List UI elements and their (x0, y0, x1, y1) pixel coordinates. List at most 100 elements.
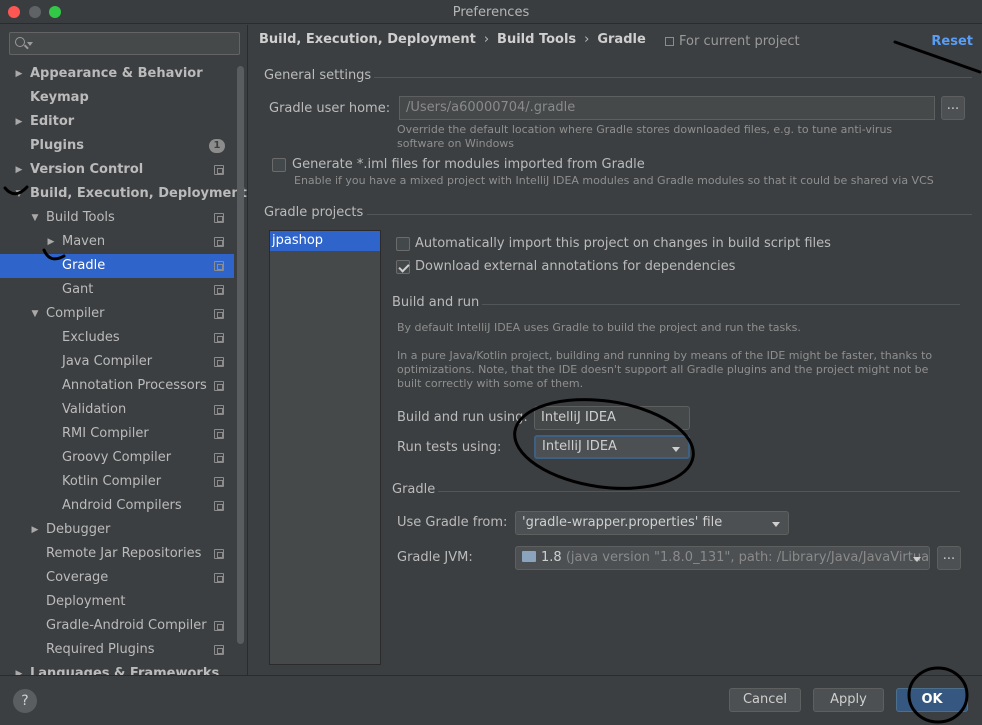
cancel-button[interactable]: Cancel (729, 688, 801, 712)
expanded-arrow-icon[interactable]: ▼ (13, 182, 25, 206)
collapsed-arrow-icon[interactable]: ▶ (13, 62, 25, 86)
chevron-down-icon (772, 522, 780, 527)
project-scope-icon (214, 405, 224, 415)
chevron-down-icon (672, 447, 680, 452)
project-scope-icon (214, 453, 224, 463)
download-annotations-checkbox[interactable] (396, 260, 410, 274)
browse-jvm-button[interactable]: ... (937, 546, 961, 570)
sidebar-item-compiler[interactable]: ▼ Compiler (0, 302, 234, 326)
sidebar-item-maven[interactable]: ▶ Maven (0, 230, 234, 254)
gradle-jvm-select[interactable]: 1.8 (java version "1.8.0_131", path: /Li… (515, 546, 930, 570)
use-gradle-from-select[interactable]: 'gradle-wrapper.properties' file (515, 511, 789, 535)
gradle-projects-list[interactable]: jpashop (269, 230, 381, 665)
collapsed-arrow-icon[interactable]: ▶ (45, 230, 57, 254)
sidebar-item-editor[interactable]: ▶ Editor (0, 110, 234, 134)
sidebar-item-label: Coverage (46, 570, 109, 585)
help-button[interactable]: ? (13, 689, 37, 713)
sidebar-item-gant[interactable]: Gant (0, 278, 234, 302)
sidebar-item-languages-frameworks[interactable]: ▶ Languages & Frameworks (0, 662, 234, 675)
sidebar-item-label: Maven (62, 234, 106, 249)
breadcrumb-item: Build, Execution, Deployment (259, 32, 476, 47)
project-scope-icon (214, 285, 224, 295)
sidebar-item-java-compiler[interactable]: Java Compiler (0, 350, 234, 374)
project-scope-icon (214, 165, 224, 175)
run-tests-using-select[interactable]: IntelliJ IDEA (534, 435, 690, 459)
gradle-user-home-input[interactable]: /Users/a60000704/.gradle (399, 96, 935, 120)
gradle-user-home-note: Override the default location where Grad… (397, 123, 893, 150)
divider (482, 304, 960, 305)
reset-link[interactable]: Reset (931, 34, 973, 49)
sidebar-item-plugins[interactable]: Plugins 1 (0, 134, 234, 158)
project-scope-icon (214, 621, 224, 631)
build-and-run-title: Build and run (392, 295, 480, 310)
sidebar-item-groovy-compiler[interactable]: Groovy Compiler (0, 446, 234, 470)
settings-sidebar: ▶ Appearance & Behavior Keymap ▶ Editor Plugi… (0, 25, 248, 675)
sidebar-item-keymap[interactable]: Keymap (0, 86, 234, 110)
project-scope-icon (214, 213, 224, 223)
sidebar-item-deployment[interactable]: Deployment (0, 590, 234, 614)
sidebar-item-build-tools[interactable]: ▼ Build Tools (0, 206, 234, 230)
project-scope-icon (214, 477, 224, 487)
build-and-run-using-label: Build and run using: (397, 410, 528, 425)
generate-iml-note: Enable if you have a mixed project with … (294, 174, 934, 187)
browse-user-home-button[interactable]: ... (941, 96, 965, 120)
sidebar-item-label: Build Tools (46, 210, 115, 225)
apply-button[interactable]: Apply (813, 688, 884, 712)
sidebar-item-label: Groovy Compiler (62, 450, 172, 465)
build-and-run-note-detail: In a pure Java/Kotlin project, building … (397, 349, 933, 390)
auto-import-checkbox[interactable] (396, 237, 410, 251)
gradle-jvm-label: Gradle JVM: (397, 550, 473, 565)
sidebar-item-annotation-processors[interactable]: Annotation Processors (0, 374, 234, 398)
gradle-section-title: Gradle (392, 482, 436, 497)
ok-button[interactable]: OK (896, 688, 968, 712)
sidebar-item-label: Required Plugins (46, 642, 155, 657)
project-scope-icon (214, 261, 224, 271)
sidebar-item-label: Gant (62, 282, 94, 297)
collapsed-arrow-icon[interactable]: ▶ (13, 662, 25, 675)
sidebar-item-label: Editor (30, 114, 75, 129)
generate-iml-label: Generate *.iml files for modules importe… (292, 157, 645, 172)
update-count-badge: 1 (209, 139, 225, 153)
sidebar-scrollbar[interactable] (237, 66, 244, 644)
jvm-version: 1.8 (541, 550, 562, 565)
project-scope-icon (214, 573, 224, 583)
search-icon (15, 37, 25, 47)
divider (374, 77, 972, 78)
sidebar-item-label: Version Control (30, 162, 144, 177)
sidebar-item-coverage[interactable]: Coverage (0, 566, 234, 590)
sidebar-item-build-execution-deployment[interactable]: ▼ Build, Execution, Deployment (0, 182, 247, 206)
list-item[interactable]: jpashop (270, 231, 380, 251)
sidebar-item-rmi-compiler[interactable]: RMI Compiler (0, 422, 234, 446)
sidebar-item-gradle[interactable]: Gradle (0, 254, 234, 278)
sidebar-item-required-plugins[interactable]: Required Plugins (0, 638, 234, 662)
sidebar-item-label: Languages & Frameworks (30, 666, 220, 675)
collapsed-arrow-icon[interactable]: ▶ (13, 158, 25, 182)
sidebar-item-kotlin-compiler[interactable]: Kotlin Compiler (0, 470, 234, 494)
sidebar-item-appearance-behavior[interactable]: ▶ Appearance & Behavior (0, 62, 234, 86)
expanded-arrow-icon[interactable]: ▼ (29, 206, 41, 230)
collapsed-arrow-icon[interactable]: ▶ (29, 518, 41, 542)
sidebar-item-version-control[interactable]: ▶ Version Control (0, 158, 234, 182)
project-scope-icon (214, 429, 224, 439)
scope-label: For current project (665, 34, 800, 49)
project-scope-icon (665, 37, 674, 46)
build-and-run-using-select[interactable]: IntelliJ IDEA (534, 406, 690, 430)
sidebar-item-label: Keymap (30, 90, 89, 105)
sidebar-item-label: Gradle (62, 258, 106, 273)
selected-value: 'gradle-wrapper.properties' file (522, 515, 723, 530)
expanded-arrow-icon[interactable]: ▼ (29, 302, 41, 326)
project-scope-icon (214, 309, 224, 319)
sidebar-item-remote-jar-repositories[interactable]: Remote Jar Repositories (0, 542, 234, 566)
settings-search-input[interactable] (9, 32, 240, 55)
sidebar-item-label: Compiler (46, 306, 105, 321)
sidebar-item-debugger[interactable]: ▶ Debugger (0, 518, 234, 542)
generate-iml-checkbox[interactable] (272, 158, 286, 172)
sidebar-item-excludes[interactable]: Excludes (0, 326, 234, 350)
sidebar-item-gradle-android-compiler[interactable]: Gradle-Android Compiler (0, 614, 234, 638)
sidebar-item-label: Gradle-Android Compiler (46, 618, 207, 633)
breadcrumb-separator: › (483, 32, 490, 47)
sidebar-item-validation[interactable]: Validation (0, 398, 234, 422)
sidebar-item-android-compilers[interactable]: Android Compilers (0, 494, 234, 518)
collapsed-arrow-icon[interactable]: ▶ (13, 110, 25, 134)
folder-icon (522, 551, 536, 562)
